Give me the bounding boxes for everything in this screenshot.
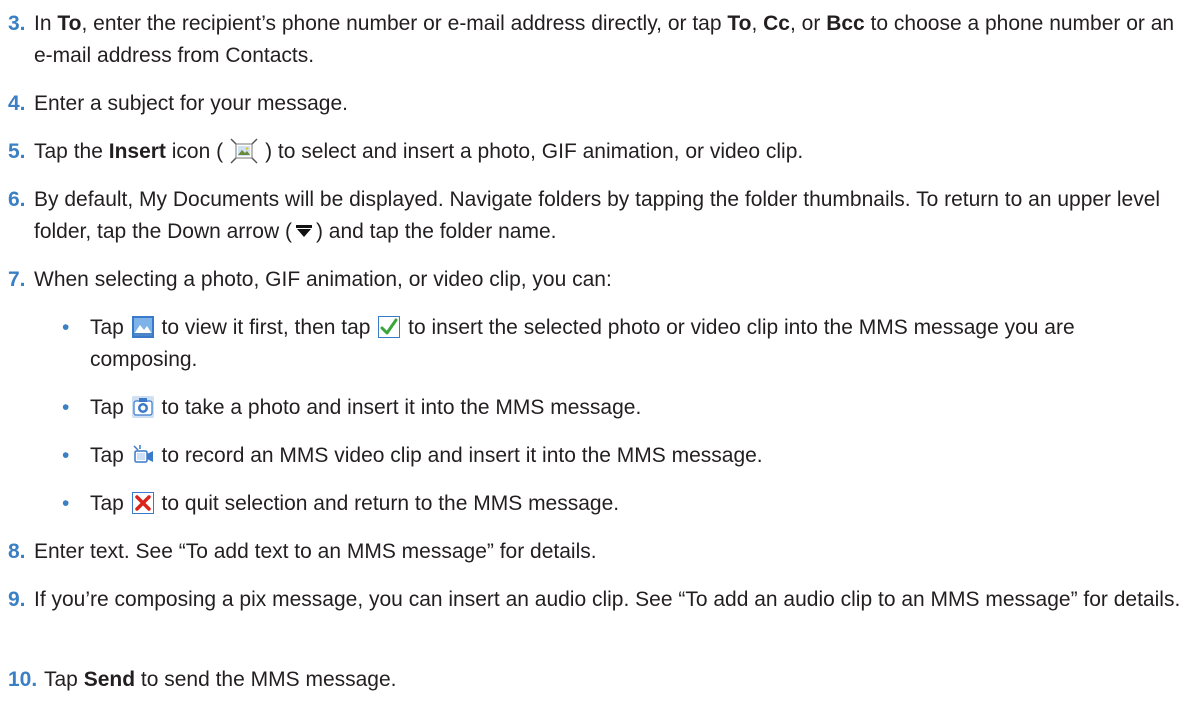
text-span: Tap <box>90 444 130 467</box>
step-number: 7. <box>8 268 26 291</box>
text-span: ) to select and insert a photo, GIF anim… <box>265 140 804 163</box>
step-4: 4. Enter a subject for your message. <box>8 88 1188 120</box>
step-text: If you’re composing a pix message, you c… <box>34 588 1181 611</box>
text-span: Tap <box>90 396 130 419</box>
step-number: 3. <box>8 12 26 35</box>
bullet-text: Tap to record an MMS video clip and inse… <box>62 440 1182 472</box>
step-text: Enter a subject for your message. <box>34 92 348 115</box>
bullet-text: Tap to take a photo and insert it into t… <box>62 392 1182 424</box>
bold-term-to: To <box>727 12 752 35</box>
bullet-quit-selection: • Tap to quit selection and return to th… <box>62 488 1182 520</box>
checkmark-icon <box>378 316 401 338</box>
bullet-take-photo: • Tap to take a photo and insert it into… <box>62 392 1182 424</box>
step-5: 5. Tap the Insert icon ( ) to select and … <box>8 136 1188 168</box>
text-span: Tap <box>44 668 84 691</box>
text-span: In <box>34 12 58 35</box>
bold-term-send: Send <box>83 668 136 691</box>
step-number: 5. <box>8 140 26 163</box>
text-span: By default, My Documents will be display… <box>34 188 1161 243</box>
text-span: to record an MMS video clip and insert i… <box>155 444 763 467</box>
text-span: Tap <box>90 492 130 515</box>
step-number: 8. <box>8 540 26 563</box>
step-text: When selecting a photo, GIF animation, o… <box>34 268 612 291</box>
step-text: Enter text. See “To add text to an MMS m… <box>34 540 597 563</box>
down-arrow-icon <box>294 224 314 238</box>
text-span: Tap <box>90 316 130 339</box>
text-span: to take a photo and insert it into the M… <box>155 396 642 419</box>
bullet-record-video: • Tap to record an MMS video clip and in… <box>62 440 1182 472</box>
text-span: , <box>751 12 764 35</box>
text-span: to quit selection and return to the MMS … <box>155 492 620 515</box>
step-text: Tap the Insert icon ( ) to select and ins… <box>8 136 1188 168</box>
text-span: Tap the <box>34 140 109 163</box>
view-photo-icon <box>131 316 154 338</box>
step-8: 8. Enter text. See “To add text to an MM… <box>8 536 1188 568</box>
text-span: , or <box>790 12 827 35</box>
step-3: 3. In To, enter the recipient’s phone nu… <box>8 8 1188 72</box>
step-text: By default, My Documents will be display… <box>8 184 1188 248</box>
step-7: 7. When selecting a photo, GIF animation… <box>8 264 1188 296</box>
bullet-view-insert: • Tap to view it first, then tap to inse… <box>62 312 1182 376</box>
step-6: 6. By default, My Documents will be disp… <box>8 184 1188 248</box>
bold-term-to: To <box>57 12 82 35</box>
video-camera-icon <box>132 444 154 466</box>
step-number: 10. <box>8 668 38 691</box>
bullet-dot: • <box>62 396 70 419</box>
step-text: In To, enter the recipient’s phone numbe… <box>8 8 1188 72</box>
text-span: ) and tap the folder name. <box>315 220 557 243</box>
bullet-dot: • <box>62 316 70 339</box>
bullet-dot: • <box>62 492 70 515</box>
text-span: , enter the recipient’s phone number or … <box>81 12 728 35</box>
step-number: 4. <box>8 92 26 115</box>
bullet-text: Tap to view it first, then tap to insert… <box>62 312 1182 376</box>
bold-term-cc: Cc <box>763 12 790 35</box>
close-x-icon <box>131 492 154 514</box>
step-number: 9. <box>8 588 26 611</box>
step-10: 10. Tap Send to send the MMS message. <box>8 664 1188 696</box>
bold-term-bcc: Bcc <box>826 12 865 35</box>
bullet-dot: • <box>62 444 70 467</box>
text-span: to view it first, then tap <box>155 316 377 339</box>
camera-icon <box>131 396 154 418</box>
step-number: 6. <box>8 188 26 211</box>
document-page: 3. In To, enter the recipient’s phone nu… <box>0 0 1194 704</box>
step-text: Tap Send to send the MMS message. <box>8 664 1188 696</box>
step-9: 9. If you’re composing a pix message, yo… <box>8 584 1188 616</box>
bullet-text: Tap to quit selection and return to the … <box>62 488 1182 520</box>
bold-term-insert: Insert <box>108 140 166 163</box>
text-span: to send the MMS message. <box>135 668 397 691</box>
insert-media-icon <box>225 136 263 166</box>
text-span: icon ( <box>165 140 224 163</box>
